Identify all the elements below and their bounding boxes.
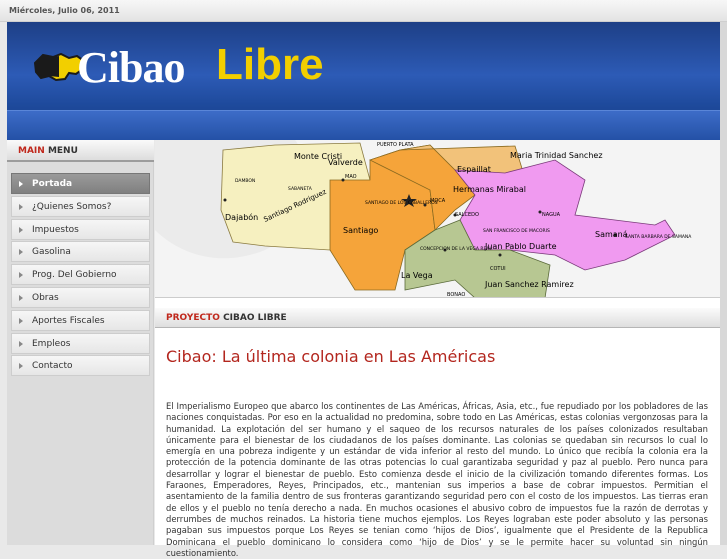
label-salcedo: SALCEDO — [455, 212, 479, 218]
arrow-right-icon — [19, 294, 23, 301]
section-header: PROYECTO CIBAO LIBRE — [155, 308, 720, 328]
menu-title-rest: MENU — [47, 146, 78, 156]
menu-item-impuestos[interactable]: Impuestos — [11, 218, 150, 240]
label-san-francisco: SAN FRANCISCO DE MACORIS — [483, 228, 550, 234]
map-graphic: Monte Cristi Valverde Espaillat Maria Tr… — [155, 140, 720, 298]
label-bonao: BONAO — [447, 292, 465, 298]
article-body: El Imperialismo Europeo que abarco los c… — [166, 401, 708, 558]
article-title[interactable]: Cibao: La última colonia en Las Américas — [166, 347, 495, 366]
section-title-accent: PROYECTO — [166, 313, 220, 323]
arrow-right-icon — [19, 363, 23, 370]
sidebar: MAIN MENU Portada ¿Quienes Somos? Impues… — [7, 140, 154, 545]
menu-item-portada[interactable]: Portada — [11, 173, 150, 194]
top-date-bar: Miércoles, Julio 06, 2011 — [0, 0, 727, 22]
logo-text-cibao: Cibao — [77, 43, 185, 92]
menu-item-label: Contacto — [32, 361, 73, 372]
arrow-right-icon — [19, 226, 23, 233]
menu-item-label: Aportes Fiscales — [32, 315, 105, 326]
menu-item-label: ¿Quienes Somos? — [32, 201, 112, 212]
menu-item-label: Empleos — [32, 338, 71, 349]
cibao-region-map: Monte Cristi Valverde Espaillat Maria Tr… — [155, 140, 720, 298]
label-juan-pablo-duarte: Juan Pablo Duarte — [484, 242, 557, 251]
main-content: Monte Cristi Valverde Espaillat Maria Tr… — [155, 140, 720, 558]
arrow-right-icon — [19, 340, 23, 347]
arrow-right-icon — [19, 203, 23, 210]
label-hermanas-mirabal: Hermanas Mirabal — [453, 185, 526, 194]
menu-item-empleos[interactable]: Empleos — [11, 332, 150, 354]
label-sabaneta: SABANETA — [288, 186, 313, 192]
label-maria-trinidad: Maria Trinidad Sanchez — [510, 151, 603, 160]
label-puerto-plata: PUERTO PLATA — [377, 142, 414, 148]
label-cotui: COTUI — [490, 266, 506, 272]
logo-text-libre: Libre — [216, 40, 324, 89]
site-header: Cibao Libre — [7, 22, 720, 140]
section-title-rest: CIBAO LIBRE — [223, 313, 287, 323]
label-nagua: NAGUA — [542, 212, 561, 218]
menu-item-gasolina[interactable]: Gasolina — [11, 241, 150, 263]
menu-item-aportes-fiscales[interactable]: Aportes Fiscales — [11, 309, 150, 331]
menu-item-label: Portada — [32, 179, 73, 189]
menu-item-prog-gobierno[interactable]: Prog. Del Gobierno — [11, 264, 150, 286]
site-logo[interactable]: Cibao Libre — [29, 37, 359, 107]
menu-item-contacto[interactable]: Contacto — [11, 355, 150, 377]
menu-item-label: Obras — [32, 292, 59, 303]
label-santiago-caballeros: SANTIAGO DE LOS CABALLEROS — [365, 200, 438, 206]
right-edge — [720, 22, 727, 545]
label-espaillat: Espaillat — [457, 165, 491, 174]
label-dambon: DAMBON — [235, 178, 255, 184]
menu-item-quienes-somos[interactable]: ¿Quienes Somos? — [11, 195, 150, 217]
menu-item-label: Impuestos — [32, 224, 79, 235]
arrow-right-icon — [19, 272, 23, 279]
menu-item-obras[interactable]: Obras — [11, 286, 150, 308]
label-concepcion: CONCEPCION DE LA VEGA REAL — [420, 246, 492, 252]
label-la-vega: La Vega — [401, 271, 433, 280]
menu-item-label: Gasolina — [32, 247, 71, 258]
current-date: Miércoles, Julio 06, 2011 — [9, 6, 120, 15]
menu-item-label: Prog. Del Gobierno — [32, 270, 117, 281]
menu-title-accent: MAIN — [18, 146, 45, 156]
main-menu: Portada ¿Quienes Somos? Impuestos Gasoli… — [11, 173, 150, 378]
label-santiago: Santiago — [343, 226, 378, 235]
main-menu-title: MAIN MENU — [7, 140, 154, 162]
label-dajabon: Dajabón — [225, 212, 258, 222]
label-mao: MAO — [345, 174, 357, 180]
label-samana: Samaná — [595, 230, 628, 239]
label-juan-sanchez-ramirez: Juan Sanchez Ramirez — [484, 280, 574, 289]
label-valverde: Valverde — [328, 158, 363, 167]
arrow-right-icon — [19, 249, 23, 256]
header-stripe — [7, 110, 720, 140]
arrow-right-icon — [19, 317, 23, 324]
label-santa-barbara: SANTA BARBARA DE SAMANA — [625, 234, 692, 240]
arrow-right-icon — [19, 181, 23, 187]
